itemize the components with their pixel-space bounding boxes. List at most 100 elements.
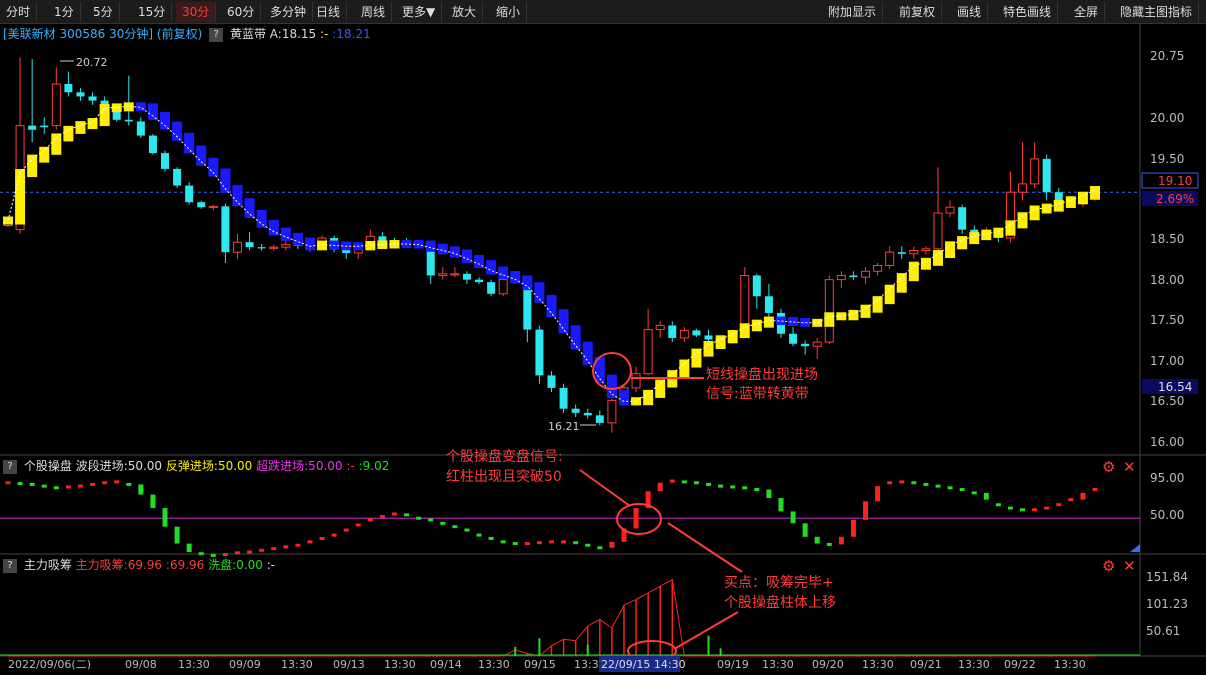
sub2-header: ? 主力吸筹 主力吸筹:69.96 :69.96 洗盘:0.00 :- [0,557,275,573]
x-label-19: 13:30 [1054,658,1086,671]
sub1-dash-green [126,482,132,486]
candle-body-up [450,273,460,276]
candle-body-down [571,408,580,413]
sub1-bar-green [186,543,192,552]
candle-body-down [245,242,254,248]
sub1-close-icon[interactable]: ✕ [1123,459,1136,475]
candle-body-up [812,341,822,347]
band-segment-yellow [739,323,750,339]
sub2-tick-0: 151.84 [1146,570,1188,584]
candle-body-down [535,329,544,376]
sub1-dash-red [77,484,83,488]
band-segment-blue [232,184,243,207]
sub1-dash-green [935,484,941,488]
candle-body-down [704,335,713,340]
sub1-dash-green [971,491,977,495]
band-segment-blue [208,157,219,177]
sub1-bar-green [766,489,772,498]
sub2-name[interactable]: 主力吸筹 [24,558,72,572]
sub1-dash-red [319,536,325,540]
sub1-dash-green [440,521,446,525]
candle-body-down [583,412,592,416]
yellow-blue-band [3,102,1100,406]
x-label-3: 09/09 [229,658,261,671]
band-segment-blue [304,237,315,251]
sub1-bar-green [150,494,156,509]
sub1-dash-red [343,528,349,532]
sub1-l5: :9.02 [358,459,390,473]
candle-body-down [257,247,266,249]
band-segment-yellow [763,316,774,328]
band-segment-yellow [679,359,690,379]
price-tag: 19.10 [1158,174,1192,188]
candle-body-down [88,96,97,101]
sub1-dash-green [730,485,736,489]
sub1-help-button[interactable]: ? [3,459,17,474]
sub1-dash-red [355,523,361,527]
band-segment-blue [618,390,629,406]
candle-body-down [897,252,906,254]
candle-body-down [849,275,858,278]
sub1-dash-green [1007,506,1013,510]
sub1-dash-red [247,550,253,554]
kline-chart[interactable]: 20.75 20.00 19.50 18.50 18.00 17.50 17.0… [0,0,1206,675]
sub2-l3: 洗盘:0.00 [208,558,263,572]
annotation-3-line2: 个股操盘柱体上移 [724,594,836,611]
sub1-gear-icon[interactable]: ⚙ [1102,459,1115,475]
x-label-6: 13:30 [384,658,416,671]
sub1-dash-green [947,486,953,490]
sub1-bar-green [814,536,820,544]
band-segment-yellow [111,103,122,113]
y-tick-7: 17.00 [1150,354,1184,368]
sub1-bars [0,479,1140,557]
band-segment-yellow [715,335,726,350]
candle-body-up [909,249,919,255]
candle-body-down [752,275,761,297]
candle-body-down [487,282,496,294]
sub1-dash-green [500,540,506,544]
x-label-17: 13:30 [958,658,990,671]
band-segment-yellow [981,229,992,241]
sub1-name[interactable]: 个股操盘 [24,459,72,473]
band-segment-yellow [1053,199,1064,212]
x-label-9: 09/15 [524,658,556,671]
sub1-dash-green [464,528,470,532]
sub1-dash-red [1092,488,1098,492]
sub2-help-button[interactable]: ? [3,558,17,573]
band-segment-yellow [27,154,38,178]
candle-body-down [789,333,798,344]
candle-body-up [885,251,895,266]
sub1-dash-red [295,543,301,547]
band-segment-blue [498,266,509,280]
sub1-dash-red [102,481,108,485]
sub2-line [8,578,1095,657]
sub1-dash-green [754,488,760,492]
candle-body-down [64,83,73,93]
sub1-dash-red [114,480,120,484]
candle-body-down [764,296,773,313]
sub1-bar-red [609,541,615,548]
sub1-dash-green [681,480,687,484]
sub2-gear-icon[interactable]: ⚙ [1102,558,1115,574]
sub1-dash-red [391,512,397,516]
candle-body-up [232,241,242,253]
band-segment-yellow [691,348,702,368]
sub1-dash-green [198,552,204,556]
band-segment-blue [160,112,171,130]
band-segment-blue [775,316,786,325]
band-segment-blue [570,325,581,350]
band-segment-yellow [908,261,919,282]
band-segment-yellow [932,250,943,266]
x-label-13: 13:30 [762,658,794,671]
candle-body-up [933,212,943,250]
sub1-bar-red [850,519,856,537]
low-label: 16.21 [548,420,580,433]
sub1-dash-red [271,547,277,551]
x-label-5: 09/13 [333,658,365,671]
candle-body-up [269,246,279,249]
sub1-dash-red [887,481,893,485]
sub1-dash-red [222,553,228,557]
sub1-dash-red [899,480,905,484]
sub2-close-icon[interactable]: ✕ [1123,558,1136,574]
sub1-dash-red [549,540,554,544]
